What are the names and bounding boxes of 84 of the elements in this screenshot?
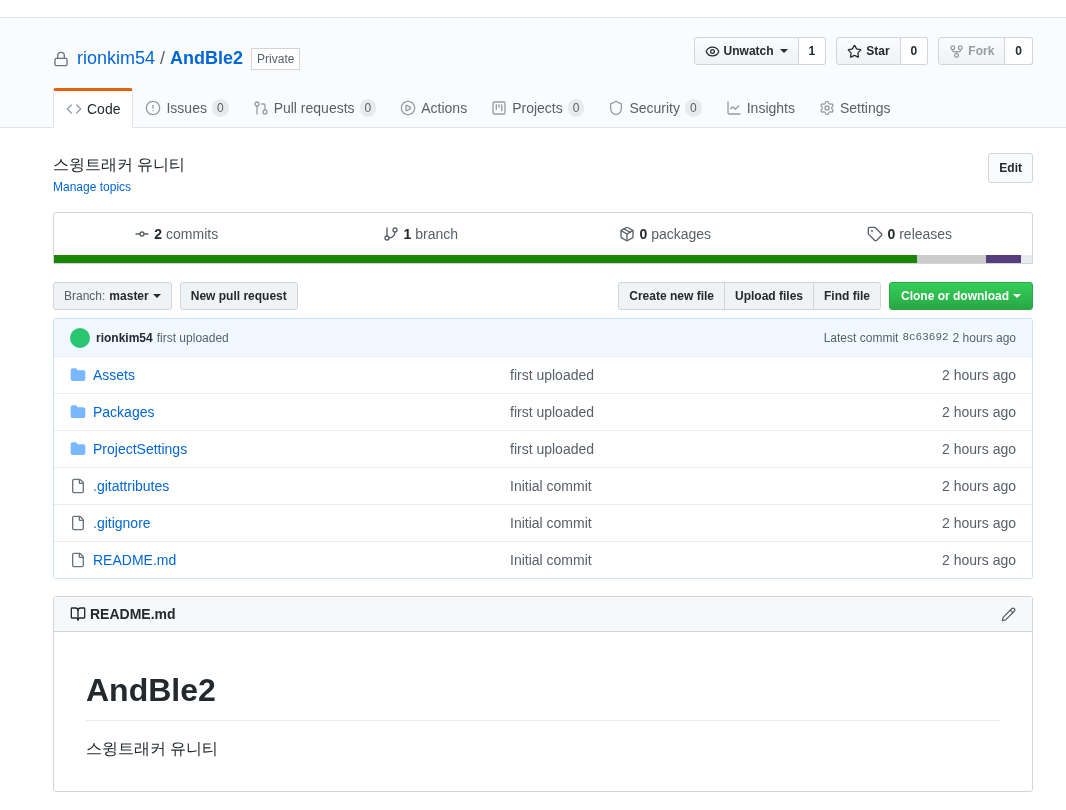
book-icon — [70, 606, 86, 622]
edit-icon[interactable] — [1001, 606, 1016, 622]
repo-tab[interactable]: Security 0 — [596, 88, 714, 128]
file-commit-message[interactable]: Initial commit — [510, 512, 592, 534]
package-icon — [619, 226, 636, 242]
count-badge: 0 — [685, 99, 702, 117]
file-link[interactable]: Assets — [93, 364, 510, 386]
count-label[interactable]: 0 — [900, 37, 929, 65]
commit-time: 2 hours ago — [952, 329, 1016, 347]
readme-text: 스윙트래커 유니티 — [86, 739, 220, 759]
folder-icon — [70, 367, 86, 383]
repo-tab[interactable]: Pull requests 0 — [240, 88, 389, 128]
file-commit-message[interactable]: Initial commit — [510, 475, 592, 497]
repo-tab[interactable]: Actions — [388, 88, 480, 128]
caret-icon — [779, 49, 788, 53]
file-age: 2 hours ago — [942, 513, 1016, 533]
file-icon — [70, 515, 86, 531]
folder-icon — [70, 404, 86, 420]
repo-description: 스윙트래커 유니티 — [53, 155, 186, 175]
file-icon — [70, 552, 86, 568]
summary-link[interactable]: 0 packages — [543, 223, 788, 245]
file-link[interactable]: ProjectSettings — [93, 438, 510, 460]
latest-commit-label: Latest commit — [823, 329, 899, 347]
branch-button[interactable]: Branch: master — [53, 282, 172, 310]
settings-icon — [818, 100, 835, 116]
path-separator: / — [160, 47, 166, 70]
file-commit-message[interactable]: Initial commit — [510, 549, 592, 571]
new-pull-request-button[interactable]: New pull request — [179, 282, 298, 310]
fork-icon — [949, 43, 965, 59]
readme-filename: README.md — [90, 604, 176, 624]
repo-tab[interactable]: Settings — [806, 88, 903, 128]
code-icon — [66, 101, 82, 117]
edit-button[interactable]: Edit — [988, 153, 1033, 183]
visibility-label: Private — [251, 47, 301, 70]
repo-action-button[interactable]: Star — [836, 37, 901, 65]
owner-link[interactable]: rionkim54 — [77, 45, 156, 72]
commit-author[interactable]: rionkim54 — [96, 328, 153, 347]
count-badge: 0 — [359, 99, 377, 117]
file-age: 2 hours ago — [942, 439, 1016, 459]
file-age: 2 hours ago — [942, 550, 1016, 570]
caret-icon — [152, 294, 161, 298]
pull-request-icon — [252, 100, 269, 116]
file-link[interactable]: Packages — [93, 401, 510, 423]
repo-tab[interactable]: Issues 0 — [133, 88, 241, 128]
file-icon — [70, 478, 86, 494]
branch-icon — [383, 226, 400, 242]
tag-icon — [867, 226, 884, 242]
file-commit-message[interactable]: first uploaded — [510, 438, 595, 460]
shield-icon — [608, 100, 625, 116]
file-age: 2 hours ago — [942, 476, 1016, 496]
star-icon — [847, 43, 863, 59]
avatar-icon — [70, 327, 90, 348]
commit-message[interactable]: first uploaded — [156, 328, 229, 347]
lock-icon — [53, 50, 69, 67]
repo-action-button[interactable]: Unwatch — [693, 37, 799, 65]
count-badge: 0 — [567, 99, 585, 117]
repo-tab[interactable]: Code — [53, 88, 134, 128]
summary-link[interactable]: 1 branch — [298, 223, 543, 245]
alert-circle-icon — [145, 100, 162, 116]
file-age: 2 hours ago — [942, 365, 1016, 385]
eye-icon — [704, 43, 720, 59]
repo-tab[interactable]: Projects 0 — [479, 88, 597, 128]
file-link[interactable]: README.md — [93, 549, 510, 571]
file-action-button[interactable]: Upload files — [724, 282, 814, 310]
play-icon — [400, 100, 417, 116]
folder-icon — [70, 441, 86, 457]
summary-link[interactable]: 2 commits — [54, 223, 299, 245]
file-age: 2 hours ago — [942, 402, 1016, 422]
count-label[interactable]: 1 — [798, 37, 827, 65]
repo-tab[interactable]: Insights — [713, 88, 807, 128]
summary-link[interactable]: 0 releases — [787, 223, 1032, 245]
count-badge: 0 — [211, 99, 229, 117]
file-link[interactable]: .gitignore — [93, 512, 510, 534]
readme-heading: AndBle2 — [86, 666, 1000, 721]
commit-sha[interactable]: 8c63692 — [902, 329, 949, 346]
file-link[interactable]: .gitattributes — [93, 475, 510, 497]
caret-icon — [1013, 294, 1021, 298]
line-chart-icon — [725, 100, 742, 116]
file-action-button[interactable]: Find file — [813, 282, 881, 310]
file-commit-message[interactable]: first uploaded — [510, 364, 595, 386]
repo-link[interactable]: AndBle2 — [170, 45, 244, 72]
board-icon — [491, 100, 508, 116]
file-commit-message[interactable]: first uploaded — [510, 401, 595, 423]
file-action-button[interactable]: Create new file — [618, 282, 725, 310]
